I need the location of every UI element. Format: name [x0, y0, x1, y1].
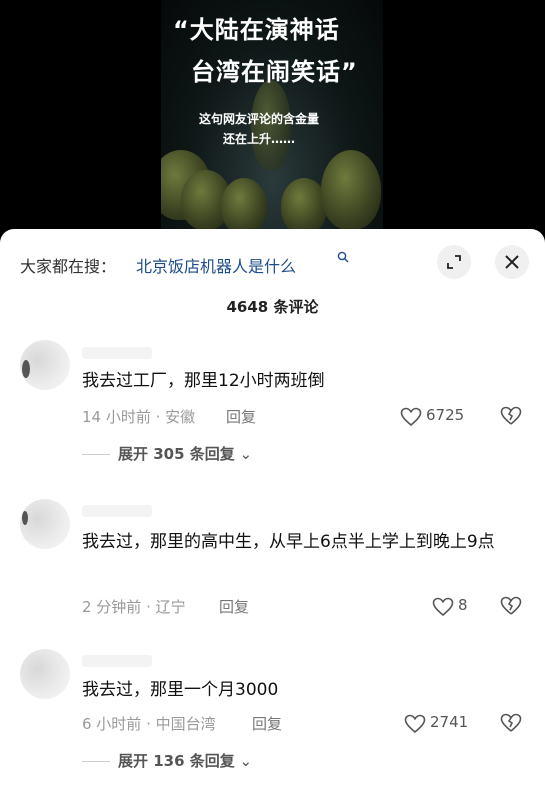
comment-meta: 2 分钟前 · 辽宁 [82, 598, 186, 616]
broken-heart-icon[interactable] [500, 713, 522, 733]
reply-button[interactable]: 回复 [252, 713, 282, 734]
video-frame[interactable]: “大陆在演神话 台湾在闹笑话” 这句网友评论的含金量 还在上升…… [161, 0, 383, 240]
video-quote-line2: 台湾在闹笑话” [191, 58, 358, 86]
chevron-down-icon: ⌄ [234, 445, 253, 463]
divider-line [82, 761, 110, 762]
hot-search-link[interactable]: 北京饭店机器人是什么 [136, 253, 296, 277]
hot-search-prefix: 大家都在搜： [20, 257, 117, 276]
avatar[interactable] [20, 340, 70, 390]
video-subtitle-line1: 这句网友评论的含金量 [199, 112, 320, 126]
broken-heart-icon[interactable] [500, 596, 522, 616]
frog-illustration [221, 178, 267, 234]
comment-sheet: 大家都在搜： 北京饭店机器人是什么 4648 条评论 我去过工厂，那里12小时两… [0, 229, 545, 800]
frog-illustration [321, 150, 381, 230]
search-icon[interactable] [337, 251, 349, 263]
broken-heart-icon[interactable] [500, 406, 522, 426]
username[interactable] [82, 655, 152, 667]
expand-icon [447, 255, 461, 269]
expand-replies-button[interactable]: 展开 136 条回复 ⌄ [82, 750, 252, 771]
like-count: 2741 [430, 713, 469, 731]
comment-meta: 6 小时前 · 中国台湾 [82, 715, 216, 733]
close-icon [505, 255, 519, 269]
comment-meta: 14 小时前 · 安徽 [82, 408, 196, 426]
heart-icon [404, 714, 426, 734]
username[interactable] [82, 347, 152, 359]
expand-replies-button[interactable]: 展开 305 条回复 ⌄ [82, 443, 252, 464]
reply-button[interactable]: 回复 [219, 596, 249, 617]
expand-replies-label: 展开 136 条回复 [118, 752, 235, 770]
avatar[interactable] [20, 649, 70, 699]
like-count: 8 [458, 596, 468, 614]
heart-icon [400, 407, 422, 427]
chevron-down-icon: ⌄ [234, 752, 253, 770]
heart-icon [432, 597, 454, 617]
reply-button[interactable]: 回复 [226, 406, 256, 427]
video-quote-line1: “大陆在演神话 [173, 16, 340, 44]
avatar[interactable] [20, 499, 70, 549]
comment-text: 我去过工厂，那里12小时两班倒 [82, 371, 325, 391]
comment-text: 我去过，那里的高中生，从早上6点半上学上到晚上9点 [82, 532, 495, 552]
like-count: 6725 [426, 406, 465, 424]
comment-count: 4648 条评论 [226, 298, 319, 316]
video-subtitle-line2: 还在上升…… [223, 132, 296, 146]
expand-button[interactable] [437, 245, 471, 279]
comment-text: 我去过，那里一个月3000 [82, 680, 279, 700]
divider-line [82, 454, 110, 455]
close-button[interactable] [495, 245, 529, 279]
video-area[interactable]: “大陆在演神话 台湾在闹笑话” 这句网友评论的含金量 还在上升…… [0, 0, 545, 240]
expand-replies-label: 展开 305 条回复 [118, 445, 235, 463]
username[interactable] [82, 505, 152, 517]
